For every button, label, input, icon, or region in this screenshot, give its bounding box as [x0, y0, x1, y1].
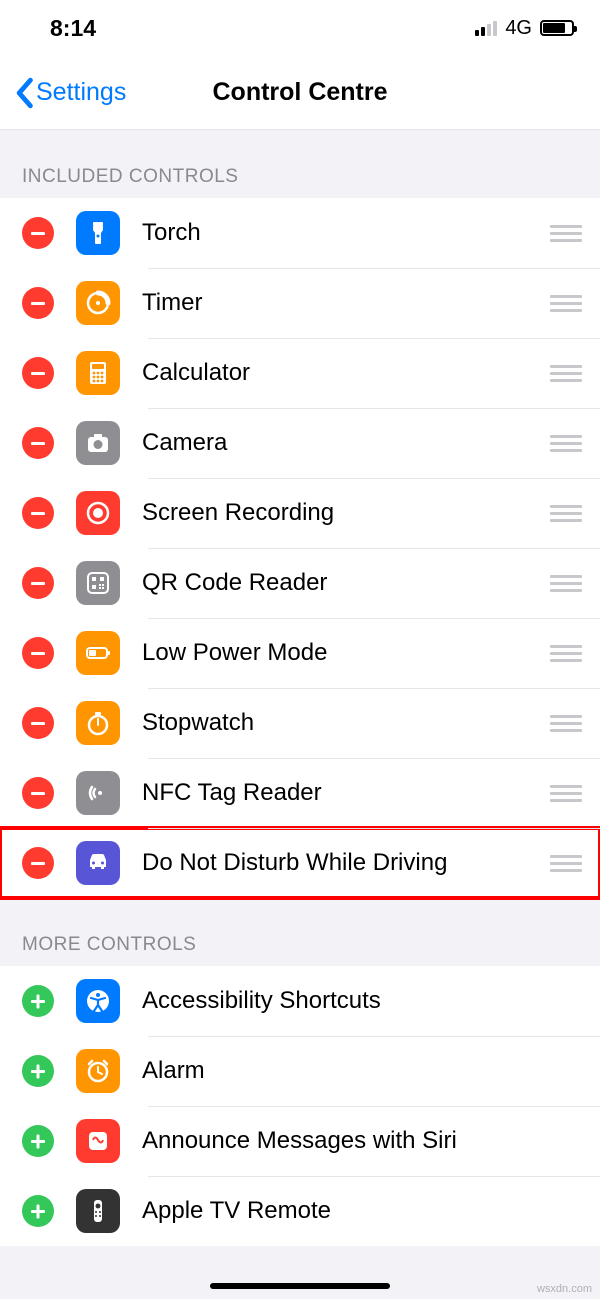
network-label: 4G — [505, 17, 532, 40]
drag-handle[interactable] — [546, 427, 586, 460]
alarm-icon — [76, 1049, 120, 1093]
row-label: Timer — [142, 289, 546, 317]
back-button[interactable]: Settings — [0, 77, 126, 109]
row-timer: Timer — [0, 268, 600, 338]
remove-button-stopwatch[interactable] — [22, 707, 54, 739]
drag-handle[interactable] — [546, 567, 586, 600]
accessibility-icon — [76, 979, 120, 1023]
home-indicator — [210, 1283, 390, 1289]
row-calculator: Calculator — [0, 338, 600, 408]
remove-button-screen-recording[interactable] — [22, 497, 54, 529]
drag-handle[interactable] — [546, 637, 586, 670]
siri-icon — [76, 1119, 120, 1163]
row-label: Stopwatch — [142, 709, 546, 737]
row-camera: Camera — [0, 408, 600, 478]
timer-icon — [76, 281, 120, 325]
remove-button-calculator[interactable] — [22, 357, 54, 389]
row-dnd-driving: Do Not Disturb While Driving — [0, 828, 600, 898]
row-label: Torch — [142, 219, 546, 247]
row-alarm: Alarm — [0, 1036, 600, 1106]
status-bar: 8:14 4G — [0, 0, 600, 56]
row-label: Apple TV Remote — [142, 1197, 586, 1225]
battery-icon — [76, 631, 120, 675]
flashlight-icon — [76, 211, 120, 255]
section-header-included: INCLUDED CONTROLS — [0, 130, 600, 198]
remove-button-timer[interactable] — [22, 287, 54, 319]
remove-button-camera[interactable] — [22, 427, 54, 459]
remove-button-qr[interactable] — [22, 567, 54, 599]
remove-button-torch[interactable] — [22, 217, 54, 249]
tvremote-icon — [76, 1189, 120, 1233]
nfc-icon — [76, 771, 120, 815]
drag-handle[interactable] — [546, 217, 586, 250]
row-screen-recording: Screen Recording — [0, 478, 600, 548]
car-icon — [76, 841, 120, 885]
qr-icon — [76, 561, 120, 605]
included-controls-list: Torch Timer Calculator Camera Screen Recordi… — [0, 198, 600, 898]
camera-icon — [76, 421, 120, 465]
status-right: 4G — [475, 17, 574, 40]
add-button-accessibility[interactable] — [22, 985, 54, 1017]
battery-icon — [540, 20, 574, 36]
signal-icon — [475, 21, 497, 36]
row-label: Alarm — [142, 1057, 586, 1085]
row-nfc: NFC Tag Reader — [0, 758, 600, 828]
row-label: Calculator — [142, 359, 546, 387]
row-label: QR Code Reader — [142, 569, 546, 597]
row-label: Low Power Mode — [142, 639, 546, 667]
row-label: Screen Recording — [142, 499, 546, 527]
section-header-more: MORE CONTROLS — [0, 898, 600, 966]
row-label: Camera — [142, 429, 546, 457]
row-label: Do Not Disturb While Driving — [142, 849, 546, 877]
back-label: Settings — [36, 78, 126, 107]
row-label: NFC Tag Reader — [142, 779, 546, 807]
drag-handle[interactable] — [546, 497, 586, 530]
drag-handle[interactable] — [546, 707, 586, 740]
row-announce-siri: Announce Messages with Siri — [0, 1106, 600, 1176]
row-label: Accessibility Shortcuts — [142, 987, 586, 1015]
chevron-left-icon — [14, 77, 34, 109]
watermark: wsxdn.com — [537, 1283, 592, 1295]
row-stopwatch: Stopwatch — [0, 688, 600, 758]
record-icon — [76, 491, 120, 535]
stopwatch-icon — [76, 701, 120, 745]
status-time: 8:14 — [50, 15, 96, 42]
drag-handle[interactable] — [546, 777, 586, 810]
nav-bar: Settings Control Centre — [0, 56, 600, 130]
drag-handle[interactable] — [546, 357, 586, 390]
drag-handle[interactable] — [546, 287, 586, 320]
row-low-power: Low Power Mode — [0, 618, 600, 688]
add-button-alarm[interactable] — [22, 1055, 54, 1087]
remove-button-low-power[interactable] — [22, 637, 54, 669]
calculator-icon — [76, 351, 120, 395]
add-button-apple-tv[interactable] — [22, 1195, 54, 1227]
row-apple-tv: Apple TV Remote — [0, 1176, 600, 1246]
add-button-announce-siri[interactable] — [22, 1125, 54, 1157]
more-controls-list: Accessibility Shortcuts Alarm Announce Mes… — [0, 966, 600, 1246]
drag-handle[interactable] — [546, 847, 586, 880]
remove-button-dnd-driving[interactable] — [22, 847, 54, 879]
row-accessibility: Accessibility Shortcuts — [0, 966, 600, 1036]
row-torch: Torch — [0, 198, 600, 268]
remove-button-nfc[interactable] — [22, 777, 54, 809]
row-label: Announce Messages with Siri — [142, 1127, 586, 1155]
row-qr: QR Code Reader — [0, 548, 600, 618]
